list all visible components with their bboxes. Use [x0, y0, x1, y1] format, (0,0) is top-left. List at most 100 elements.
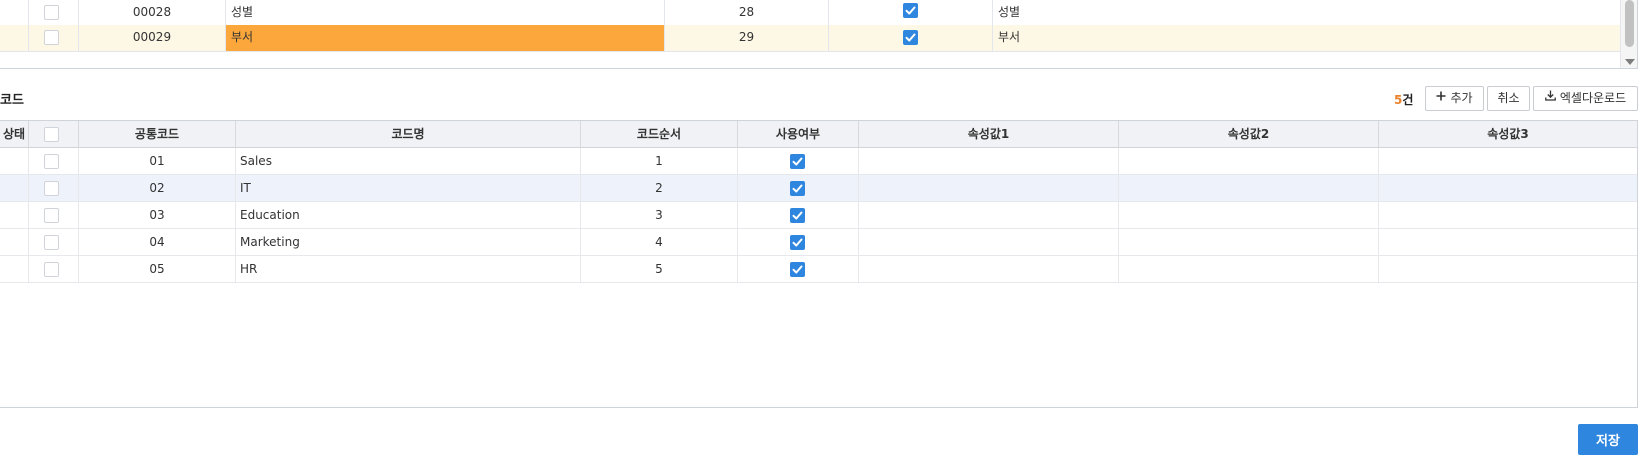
record-count-unit: 건	[1402, 93, 1414, 107]
attr3-cell	[1379, 202, 1637, 228]
row-select-checkbox[interactable]	[44, 154, 59, 169]
header-used[interactable]: 사용여부	[738, 121, 859, 148]
row-status-cell	[0, 25, 29, 51]
table-row[interactable]: 05 HR 5	[0, 256, 1637, 283]
plus-icon	[1436, 86, 1446, 109]
table-row[interactable]: 01 Sales 1	[0, 148, 1637, 175]
row-select-cell	[29, 175, 79, 201]
row-status-cell	[0, 0, 29, 26]
master-used-cell	[829, 25, 993, 51]
row-status-cell	[0, 202, 29, 228]
attr2-cell	[1119, 202, 1379, 228]
attr3-cell	[1379, 148, 1637, 174]
used-cell	[738, 256, 859, 282]
code-cell: 02	[79, 175, 236, 201]
row-select-checkbox[interactable]	[44, 208, 59, 223]
used-cell	[738, 229, 859, 255]
code-cell: 03	[79, 202, 236, 228]
attr1-cell	[859, 229, 1119, 255]
master-order-cell: 28	[665, 0, 829, 26]
code-cell: 01	[79, 148, 236, 174]
row-select-cell	[29, 256, 79, 282]
master-table-row[interactable]: 00028 성별 28 성별	[0, 0, 1620, 27]
scrollbar-thumb[interactable]	[1625, 0, 1634, 47]
row-status-cell	[0, 256, 29, 282]
table-row[interactable]: 04 Marketing 4	[0, 229, 1637, 256]
name-cell: HR	[236, 256, 581, 282]
used-cell	[738, 148, 859, 174]
attr3-cell	[1379, 175, 1637, 201]
cancel-button-label: 취소	[1497, 91, 1520, 105]
save-button[interactable]: 저장	[1578, 424, 1638, 455]
used-checkbox-checked[interactable]	[903, 30, 918, 45]
attr2-cell	[1119, 148, 1379, 174]
detail-code-grid: 상태 공통코드 코드명 코드순서 사용여부 속성값1 속성값2 속성값3 01 …	[0, 120, 1638, 408]
header-attr3[interactable]: 속성값3	[1379, 121, 1637, 148]
attr3-cell	[1379, 256, 1637, 282]
used-checkbox-checked[interactable]	[790, 208, 805, 223]
master-attr-cell: 부서	[998, 30, 1021, 44]
attr1-cell	[859, 148, 1119, 174]
order-cell: 4	[581, 229, 738, 255]
order-cell: 1	[581, 148, 738, 174]
row-select-checkbox[interactable]	[44, 5, 59, 20]
header-code[interactable]: 공통코드	[79, 121, 236, 148]
used-checkbox-checked[interactable]	[790, 262, 805, 277]
attr2-cell	[1119, 256, 1379, 282]
row-select-cell	[29, 229, 79, 255]
scroll-down-arrow-icon[interactable]	[1625, 59, 1635, 65]
attr1-cell	[859, 256, 1119, 282]
used-checkbox-checked[interactable]	[903, 3, 918, 18]
name-cell: Marketing	[236, 229, 581, 255]
vertical-scrollbar[interactable]	[1620, 0, 1637, 68]
add-button-label: 추가	[1450, 91, 1473, 105]
grid-header-row: 상태 공통코드 코드명 코드순서 사용여부 속성값1 속성값2 속성값3	[0, 121, 1637, 148]
order-cell: 2	[581, 175, 738, 201]
excel-download-label: 엑셀다운로드	[1559, 91, 1627, 105]
master-name-cell: 성별	[226, 0, 665, 26]
used-checkbox-checked[interactable]	[790, 181, 805, 196]
table-row-selected[interactable]: 02 IT 2	[0, 175, 1637, 202]
row-select-cell	[29, 148, 79, 174]
header-attr1[interactable]: 속성값1	[859, 121, 1119, 148]
row-select-checkbox[interactable]	[44, 30, 59, 45]
attr1-cell	[859, 175, 1119, 201]
add-button[interactable]: 추가	[1425, 86, 1484, 111]
header-order[interactable]: 코드순서	[581, 121, 738, 148]
excel-download-button[interactable]: 엑셀다운로드	[1533, 86, 1638, 111]
used-checkbox-checked[interactable]	[790, 235, 805, 250]
row-select-checkbox[interactable]	[44, 262, 59, 277]
row-select-checkbox[interactable]	[44, 181, 59, 196]
attr3-cell	[1379, 229, 1637, 255]
used-cell	[738, 202, 859, 228]
row-select-cell	[29, 202, 79, 228]
header-attr2[interactable]: 속성값2	[1119, 121, 1379, 148]
row-status-cell	[0, 175, 29, 201]
name-cell: Education	[236, 202, 581, 228]
name-cell: Sales	[236, 148, 581, 174]
header-name[interactable]: 코드명	[236, 121, 581, 148]
download-icon	[1545, 86, 1556, 109]
header-status: 상태	[0, 121, 29, 148]
header-select-all	[29, 121, 79, 148]
master-used-cell	[829, 0, 993, 26]
cancel-button[interactable]: 취소	[1487, 86, 1530, 111]
used-checkbox-checked[interactable]	[790, 154, 805, 169]
used-cell	[738, 175, 859, 201]
table-row[interactable]: 03 Education 3	[0, 202, 1637, 229]
master-attr-cell: 성별	[998, 5, 1021, 19]
master-code-grid: 00028 성별 28 성별 00029 부서 29 부서	[0, 0, 1638, 69]
row-select-cell	[29, 25, 79, 51]
attr1-cell	[859, 202, 1119, 228]
select-all-checkbox[interactable]	[44, 127, 59, 142]
master-table-row-selected[interactable]: 00029 부서 29 부서	[0, 25, 1620, 52]
name-cell: IT	[236, 175, 581, 201]
order-cell: 5	[581, 256, 738, 282]
master-code-cell: 00029	[79, 25, 226, 51]
attr2-cell	[1119, 229, 1379, 255]
master-name-cell-editing[interactable]: 부서	[226, 25, 665, 51]
row-select-checkbox[interactable]	[44, 235, 59, 250]
row-status-cell	[0, 229, 29, 255]
code-cell: 04	[79, 229, 236, 255]
section-title: 코드	[0, 93, 24, 108]
